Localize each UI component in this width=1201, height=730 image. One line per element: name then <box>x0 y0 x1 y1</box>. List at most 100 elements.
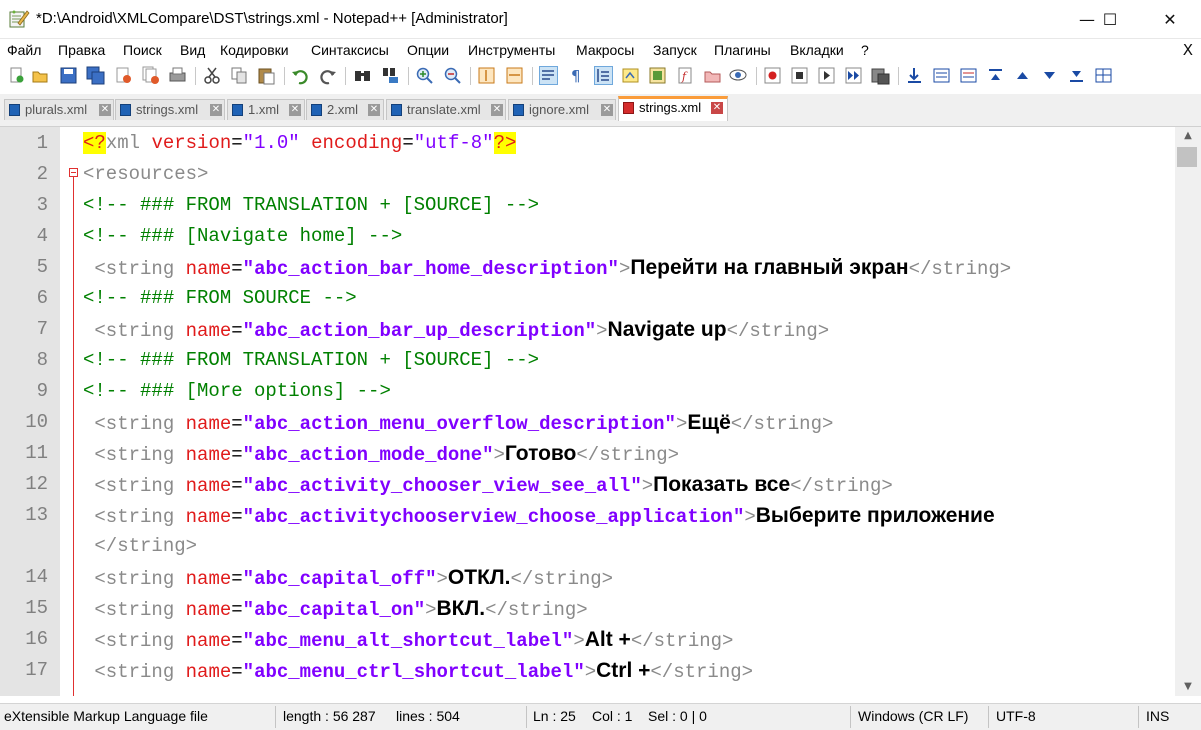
run-macro-multiple-icon[interactable] <box>844 66 863 85</box>
cut-icon[interactable] <box>203 66 222 85</box>
code-line-15: <string name="abc_capital_on">ВКЛ.</stri… <box>94 597 588 621</box>
save-macro-icon[interactable] <box>871 66 890 85</box>
paste-icon[interactable] <box>257 66 276 85</box>
doc-map-icon[interactable] <box>648 66 667 85</box>
line-number: 11 <box>25 442 48 464</box>
fold-collapse-icon[interactable] <box>69 168 78 177</box>
monitoring-icon[interactable] <box>729 66 748 85</box>
menu-language[interactable]: Синтаксисы <box>311 42 389 58</box>
tab-close-icon[interactable]: ✕ <box>210 104 222 116</box>
code-line-16: <string name="abc_menu_alt_shortcut_labe… <box>94 628 734 652</box>
fold-guide-line <box>73 175 74 696</box>
menu-macro[interactable]: Макросы <box>576 42 634 58</box>
plugin-7-icon[interactable] <box>1067 66 1086 85</box>
file-icon <box>311 104 322 116</box>
code-line-4: <!-- ### [Navigate home] --> <box>83 225 403 247</box>
tab-1-xml[interactable]: 1.xml ✕ <box>227 99 305 120</box>
code-line-2: <resources> <box>83 163 209 185</box>
code-line-13: <string name="abc_activitychooserview_ch… <box>94 504 995 528</box>
vertical-scrollbar[interactable]: ▲ ▼ <box>1175 127 1201 696</box>
plugin-2-icon[interactable] <box>932 66 951 85</box>
zoom-out-icon[interactable] <box>443 66 462 85</box>
tab-close-icon[interactable]: ✕ <box>289 104 301 116</box>
code-line-6: <!-- ### FROM SOURCE --> <box>83 287 357 309</box>
folder-workspace-icon[interactable] <box>703 66 722 85</box>
tab-close-icon[interactable]: ✕ <box>368 104 380 116</box>
print-icon[interactable] <box>168 66 187 85</box>
show-all-chars-icon[interactable]: ¶ <box>567 66 586 85</box>
status-line-position: Ln : 25 <box>533 708 576 724</box>
status-encoding: UTF-8 <box>996 708 1036 724</box>
save-icon[interactable] <box>59 66 78 85</box>
record-macro-icon[interactable] <box>763 66 782 85</box>
menu-encoding[interactable]: Кодировки <box>220 42 289 58</box>
new-file-icon[interactable] <box>7 66 26 85</box>
open-file-icon[interactable] <box>31 66 50 85</box>
sync-horizontal-icon[interactable] <box>505 66 524 85</box>
line-number: 4 <box>36 225 48 247</box>
close-all-icon[interactable] <box>141 66 160 85</box>
plugin-8-icon[interactable] <box>1094 66 1113 85</box>
menu-plugins[interactable]: Плагины <box>714 42 771 58</box>
find-icon[interactable] <box>353 66 372 85</box>
code-line-5: <string name="abc_action_bar_home_descri… <box>94 256 1012 280</box>
tab-close-icon[interactable]: ✕ <box>711 102 723 114</box>
stop-record-icon[interactable] <box>790 66 809 85</box>
line-number: 12 <box>25 473 48 495</box>
word-wrap-icon[interactable] <box>539 66 558 85</box>
plugin-5-icon[interactable] <box>1013 66 1032 85</box>
tab-translate-xml[interactable]: translate.xml ✕ <box>386 99 506 120</box>
udl-icon[interactable] <box>621 66 640 85</box>
tab-ignore-xml[interactable]: ignore.xml ✕ <box>508 99 616 120</box>
editor-area[interactable]: 1 <?xml version="1.0" encoding="utf-8"?>… <box>0 127 1175 696</box>
menu-help[interactable]: ? <box>861 42 869 58</box>
replace-icon[interactable] <box>381 66 400 85</box>
tab-2-xml[interactable]: 2.xml ✕ <box>306 99 384 120</box>
close-window-button[interactable]: ✕ <box>1147 0 1193 38</box>
zoom-in-icon[interactable] <box>415 66 434 85</box>
tab-close-icon[interactable]: ✕ <box>99 104 111 116</box>
menu-file[interactable]: Файл <box>7 42 41 58</box>
play-macro-icon[interactable] <box>817 66 836 85</box>
redo-icon[interactable] <box>318 66 337 85</box>
menu-run[interactable]: Запуск <box>653 42 697 58</box>
indent-guide-icon[interactable] <box>594 66 613 85</box>
line-number: 17 <box>25 659 48 681</box>
menu-view[interactable]: Вид <box>180 42 205 58</box>
menu-window[interactable]: Вкладки <box>790 42 844 58</box>
plugin-1-icon[interactable] <box>905 66 924 85</box>
status-separator <box>275 706 276 728</box>
save-all-icon[interactable] <box>86 66 105 85</box>
toolbar-separator <box>532 67 533 85</box>
maximize-button[interactable]: ☐ <box>1087 0 1133 38</box>
line-number: 10 <box>25 411 48 433</box>
close-icon[interactable] <box>114 66 133 85</box>
tab-close-icon[interactable]: ✕ <box>601 104 613 116</box>
function-list-icon[interactable]: f <box>676 66 695 85</box>
plugin-4-icon[interactable] <box>986 66 1005 85</box>
unsaved-file-icon <box>623 102 634 114</box>
copy-icon[interactable] <box>230 66 249 85</box>
tab-plurals-xml[interactable]: plurals.xml ✕ <box>4 99 114 120</box>
tab-close-icon[interactable]: ✕ <box>491 104 503 116</box>
undo-icon[interactable] <box>291 66 310 85</box>
plugin-6-icon[interactable] <box>1040 66 1059 85</box>
scroll-up-arrow-icon[interactable]: ▲ <box>1175 127 1201 145</box>
code-line-10: <string name="abc_action_menu_overflow_d… <box>94 411 834 435</box>
line-number: 16 <box>25 628 48 650</box>
status-file-type: eXtensible Markup Language file <box>4 708 208 724</box>
status-eol-format: Windows (CR LF) <box>858 708 969 724</box>
tab-strings-xml-active[interactable]: strings.xml ✕ <box>618 96 728 121</box>
menu-tools[interactable]: Инструменты <box>468 42 555 58</box>
plugin-3-icon[interactable] <box>959 66 978 85</box>
tab-strings-xml[interactable]: strings.xml ✕ <box>115 99 225 120</box>
sync-vertical-icon[interactable] <box>477 66 496 85</box>
close-document-button[interactable]: X <box>1183 41 1193 59</box>
document-tab-bar: plurals.xml ✕ strings.xml ✕ 1.xml ✕ 2.xm… <box>0 94 1201 127</box>
scroll-down-arrow-icon[interactable]: ▼ <box>1175 678 1201 696</box>
scrollbar-thumb[interactable] <box>1177 147 1197 167</box>
menu-settings[interactable]: Опции <box>407 42 449 58</box>
menu-edit[interactable]: Правка <box>58 42 105 58</box>
menu-search[interactable]: Поиск <box>123 42 162 58</box>
tab-label: strings.xml <box>136 102 199 117</box>
